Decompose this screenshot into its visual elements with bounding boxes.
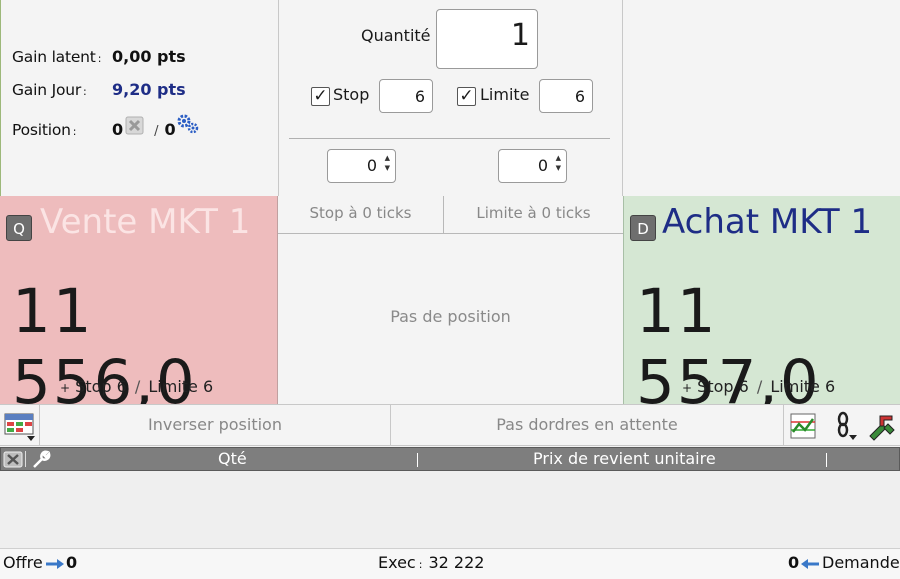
demand-value: 0 — [788, 553, 800, 572]
sell-shortcut-badge: Q — [6, 215, 32, 241]
gain-latent-label: Gain latent — [12, 48, 96, 66]
grid-layout-menu-button[interactable] — [0, 405, 40, 445]
position-value: 0 — [112, 120, 124, 139]
demand-label: Demande — [822, 553, 900, 572]
sell-footer: + Stop 6 / Limite 6 — [60, 377, 213, 396]
sell-price: 11 556,0 — [12, 276, 197, 418]
limit-offset-value: 0 — [537, 156, 548, 175]
reverse-position-button[interactable]: Inverser position — [40, 405, 391, 445]
limit-offset-spinner[interactable]: 0 ▲ ▼ — [498, 149, 567, 183]
stop-offset-spinner[interactable]: 0 ▲ ▼ — [327, 149, 396, 183]
form-divider — [289, 138, 610, 139]
tools-settings-icon[interactable] — [866, 410, 896, 442]
arrow-left-icon — [800, 556, 820, 575]
offer-label: Offre — [3, 553, 43, 572]
buy-footer-sep: / — [756, 377, 763, 396]
quantity-label: Quantité — [361, 26, 431, 45]
gain-latent-value: 0,00 pts — [112, 47, 186, 66]
gain-jour-row: Gain Jour: 9,20 pts — [12, 80, 186, 99]
stop-ticks-tab[interactable]: Stop à 0 ticks — [278, 196, 444, 234]
header-divider — [25, 451, 26, 467]
sell-stop-text: Stop 6 — [75, 377, 127, 396]
gain-jour-label: Gain Jour — [12, 81, 82, 99]
sell-limit-text: Limite 6 — [148, 377, 214, 396]
top-right-empty-panel — [623, 0, 900, 196]
column-header-qty[interactable]: Qté — [218, 449, 247, 468]
limit-ticks-tab[interactable]: Limite à 0 ticks — [444, 196, 623, 234]
gain-latent-row: Gain latent: 0,00 pts — [12, 47, 186, 66]
positions-grid-body — [0, 471, 900, 548]
add-icon: + — [682, 381, 693, 395]
gears-icon[interactable] — [176, 113, 200, 135]
limit-checkbox[interactable]: ✓ — [457, 87, 476, 106]
grid-header — [0, 447, 900, 471]
no-position-text: Pas de position — [390, 307, 511, 326]
position-label: Position — [12, 121, 71, 139]
stop-input[interactable]: 6 — [379, 79, 433, 113]
exec-label-text: Exec — [378, 553, 416, 572]
buy-title: Achat MKT 1 — [662, 202, 873, 242]
add-icon: + — [60, 381, 71, 395]
pending-orders-button[interactable]: Pas dordres en attente — [391, 405, 784, 445]
column-divider[interactable] — [826, 453, 827, 467]
limit-input[interactable]: 6 — [539, 79, 593, 113]
column-header-cost[interactable]: Prix de revient unitaire — [533, 449, 716, 468]
wrench-icon[interactable] — [31, 450, 51, 469]
grid-table-icon — [4, 413, 35, 441]
buy-limit-text: Limite 6 — [770, 377, 836, 396]
arrow-right-icon — [45, 556, 65, 575]
stop-checkbox[interactable]: ✓ — [311, 87, 330, 106]
chart-trend-icon[interactable] — [787, 410, 819, 442]
column-divider[interactable] — [417, 453, 418, 467]
offer-value: 0 — [66, 553, 78, 572]
quantity-input[interactable]: 1 — [436, 9, 538, 69]
close-position-icon[interactable] — [125, 116, 144, 135]
exec-value: 32 222 — [428, 553, 485, 572]
buy-footer: + Stop 6 / Limite 6 — [682, 377, 835, 396]
buy-price: 11 557,0 — [636, 276, 821, 418]
exec-label: Exec:32 222 — [378, 553, 485, 572]
sell-market-button[interactable]: Q Vente MKT 1 11 556,0 + Stop 6 / Limite… — [0, 196, 278, 418]
stop-label: Stop — [333, 85, 370, 104]
gain-jour-value: 9,20 pts — [112, 80, 186, 99]
buy-market-button[interactable]: D Achat MKT 1 11 557,0 + Stop 6 / Limite… — [623, 196, 900, 418]
position-separator: / — [154, 124, 159, 139]
spinner-arrows-icon[interactable]: ▲ ▼ — [556, 153, 561, 173]
link-chain-icon[interactable] — [829, 410, 859, 442]
buy-stop-text: Stop 6 — [697, 377, 749, 396]
buy-shortcut-badge: D — [630, 215, 656, 241]
sell-footer-sep: / — [134, 377, 141, 396]
position-row: Position: 0 / 0 — [12, 113, 200, 139]
limit-label: Limite — [480, 85, 530, 104]
spinner-arrows-icon[interactable]: ▲ ▼ — [385, 153, 390, 173]
clear-grid-icon[interactable] — [3, 451, 23, 468]
position-value-2: 0 — [164, 120, 176, 139]
sell-title: Vente MKT 1 — [40, 202, 251, 242]
stop-offset-value: 0 — [366, 156, 377, 175]
stats-panel: Gain latent: 0,00 pts Gain Jour: 9,20 pt… — [0, 0, 278, 196]
